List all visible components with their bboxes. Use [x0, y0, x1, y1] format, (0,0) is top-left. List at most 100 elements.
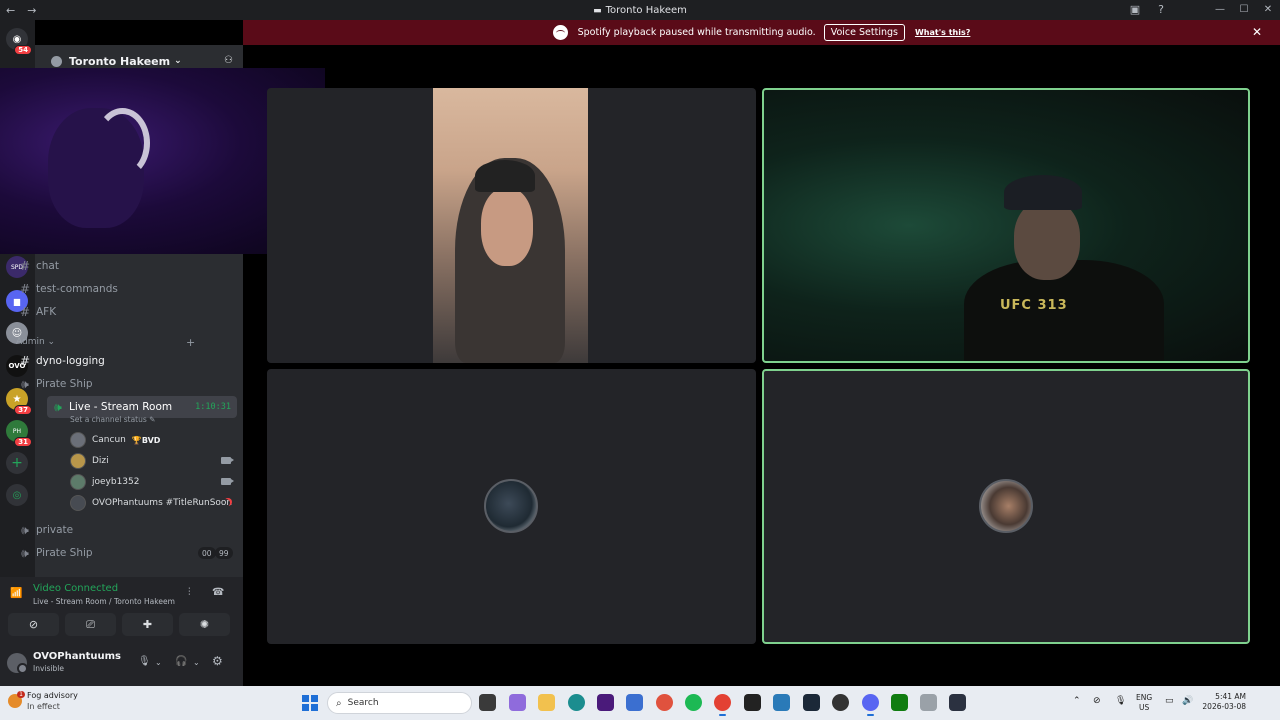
user-tag: 🏆BVD: [131, 435, 161, 445]
file-explorer-icon[interactable]: [538, 694, 555, 711]
forward-arrow-icon[interactable]: →: [27, 4, 36, 17]
speaker-icon: 🕪: [21, 376, 29, 391]
channel-chat[interactable]: # chat: [14, 256, 202, 276]
voice-user-joeyb1352[interactable]: joeyb1352: [70, 473, 140, 491]
photos-app-icon[interactable]: [773, 694, 790, 711]
username: OVOPhantuums: [33, 651, 122, 662]
discover-compass-icon[interactable]: ◎: [6, 484, 28, 506]
system-clock[interactable]: 5:41 AM 2026-03-08: [1200, 692, 1246, 712]
discord-taskbar-icon[interactable]: [862, 694, 879, 716]
share-screen-button[interactable]: ⎚: [65, 613, 116, 636]
voice-channel-private[interactable]: 🕪 private: [14, 520, 202, 540]
help-icon[interactable]: ?: [1158, 3, 1164, 16]
headphones-icon[interactable]: 🎧: [175, 656, 187, 667]
stream-timer: 1:10:31: [195, 402, 231, 412]
4k-app-icon[interactable]: [744, 694, 761, 711]
title-bar: ← → ▬ Toronto Hakeem ▣ ? — ☐ ✕: [0, 0, 1280, 20]
activities-button[interactable]: ✚: [122, 613, 173, 636]
back-arrow-icon[interactable]: ←: [6, 4, 15, 17]
disconnect-icon[interactable]: ☎: [212, 587, 224, 598]
volume-icon[interactable]: 🔊: [1182, 696, 1193, 706]
task-view-icon[interactable]: [479, 694, 496, 711]
network-icon[interactable]: ⊘: [1093, 696, 1101, 706]
discord-window: ← → ▬ Toronto Hakeem ▣ ? — ☐ ✕ Spotify pl…: [0, 0, 1280, 720]
utility-app-icon[interactable]: [920, 694, 937, 711]
start-windows-icon[interactable]: [302, 695, 318, 711]
voice-settings-button[interactable]: Voice Settings: [823, 24, 905, 41]
home-discord-icon[interactable]: ◉ 54: [6, 28, 32, 55]
participant-cap: [475, 160, 535, 192]
weather-title: Fog advisory: [27, 691, 78, 700]
voice-connected-status[interactable]: Video Connected: [33, 583, 118, 594]
inbox-icon[interactable]: ▣: [1130, 3, 1140, 16]
speaker-icon: 🕪: [54, 399, 62, 414]
minimize-button[interactable]: —: [1208, 0, 1232, 20]
voice-user-cancun[interactable]: Cancun 🏆BVD: [70, 431, 160, 449]
video-camera-icon: [221, 478, 234, 485]
windows-taskbar: 1 Fog advisory In effect ⌕ Search ⌃ ⊘ 🎙: [0, 686, 1280, 720]
chevron-up-icon[interactable]: ⌃: [1073, 696, 1081, 706]
channel-afk[interactable]: # AFK: [14, 302, 202, 322]
noise-suppression-icon[interactable]: ⫶: [188, 587, 191, 598]
set-channel-status[interactable]: Set a channel status ✎: [70, 415, 155, 424]
video-tile-3[interactable]: [267, 369, 756, 644]
add-server-icon[interactable]: +: [6, 452, 28, 474]
window-controls: — ☐ ✕: [1208, 0, 1280, 20]
settings-gear-icon[interactable]: ⚙: [212, 654, 223, 668]
user-limit-pill: 99: [215, 547, 233, 559]
voice-channel-pirate-ship-2[interactable]: 🕪 Pirate Ship: [14, 543, 202, 563]
channel-test-commands[interactable]: # test-commands: [14, 279, 202, 299]
game-app-icon[interactable]: [656, 694, 673, 711]
voice-location[interactable]: Live - Stream Room / Toronto Hakeem: [33, 597, 175, 606]
microphone-icon[interactable]: 🎙: [138, 656, 151, 667]
maximize-button[interactable]: ☐: [1232, 0, 1256, 20]
close-button[interactable]: ✕: [1256, 0, 1280, 20]
voice-action-buttons: ⊘ ⎚ ✚ ✺: [8, 613, 230, 636]
channel-logo-icon: ▬: [593, 5, 602, 16]
steam-icon[interactable]: [803, 694, 820, 711]
next-app-icon[interactable]: [597, 694, 614, 711]
language-indicator[interactable]: ENG US: [1136, 693, 1152, 713]
video-tile-4-speaking[interactable]: [762, 369, 1250, 644]
video-tile-1[interactable]: [267, 88, 756, 363]
edge-browser-icon[interactable]: [568, 694, 585, 711]
server-badge-31: 31: [14, 437, 32, 447]
invite-people-icon[interactable]: ⚇: [224, 55, 233, 66]
soundboard-button[interactable]: ✺: [179, 613, 230, 636]
user-panel: OVOPhantuums Invisible 🎙 ⌄ 🎧 ⌄ ⚙: [0, 645, 243, 686]
copilot-icon[interactable]: [509, 694, 526, 711]
create-channel-plus-icon[interactable]: +: [186, 336, 195, 349]
store-icon[interactable]: [626, 694, 643, 711]
taskbar-search-box[interactable]: ⌕ Search: [327, 692, 472, 714]
xbox-icon[interactable]: [891, 694, 908, 711]
camera-off-button[interactable]: ⊘: [8, 613, 59, 636]
speaker-icon: 🕪: [21, 522, 29, 537]
display-icon[interactable]: ▭: [1165, 696, 1174, 706]
weather-widget[interactable]: 1 Fog advisory In effect: [8, 690, 78, 712]
mic-tray-icon[interactable]: 🎙: [1115, 696, 1126, 706]
server-icon-phantom[interactable]: PH 31: [6, 420, 32, 447]
user-status: Invisible: [33, 664, 64, 673]
chrome-icon[interactable]: [714, 694, 731, 716]
obs-icon[interactable]: [832, 694, 849, 711]
spotify-notice-banner: Spotify playback paused while transmitti…: [243, 20, 1280, 45]
server-shield-icon: [51, 55, 62, 67]
terminal-app-icon[interactable]: [949, 694, 966, 711]
server-badge-37: 37: [14, 405, 32, 415]
banner-close-icon[interactable]: ✕: [1252, 25, 1262, 39]
voice-user-dizi[interactable]: Dizi: [70, 452, 109, 470]
spotify-taskbar-icon[interactable]: [685, 694, 702, 711]
chevron-down-icon[interactable]: ⌄: [193, 658, 200, 667]
hash-icon: #: [19, 354, 31, 368]
video-tile-2-speaking[interactable]: UFC 313: [762, 88, 1250, 363]
whats-this-link[interactable]: What's this?: [915, 28, 970, 37]
voice-channel-pirate-ship[interactable]: 🕪 Pirate Ship: [14, 374, 202, 394]
category-admin[interactable]: Admin ⌄ +: [16, 336, 195, 349]
avatar[interactable]: [7, 653, 28, 674]
chevron-down-icon[interactable]: ⌄: [155, 658, 162, 667]
headphones-shape: [95, 108, 150, 178]
window-title: ▬ Toronto Hakeem: [593, 4, 687, 16]
voice-user-ovophantuums[interactable]: OVOPhantuums #TitleRunSoon: [70, 494, 232, 512]
avatar: [70, 495, 86, 511]
channel-dyno-logging[interactable]: # dyno-logging: [14, 351, 202, 371]
